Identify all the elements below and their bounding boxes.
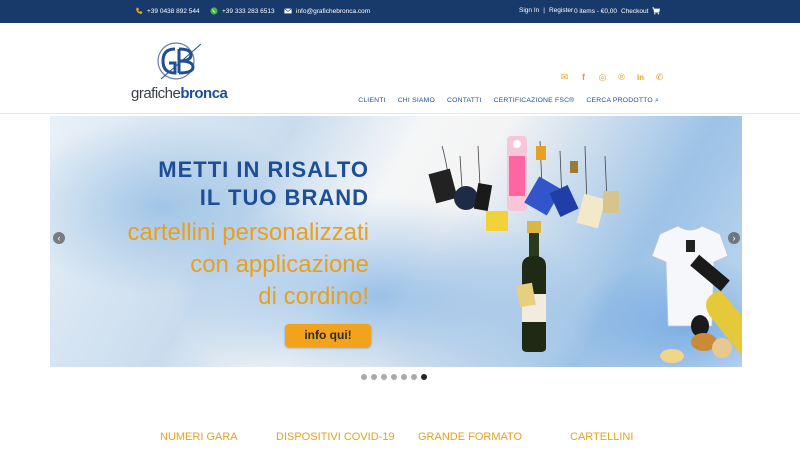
category-cartellini[interactable]: CARTELLINI: [570, 431, 633, 443]
slide-headline: METTI IN RISALTO IL TUO BRAND: [158, 156, 369, 212]
phone-number: +39 0438 892 544: [147, 7, 200, 15]
pinterest-icon[interactable]: ℗: [617, 73, 626, 82]
nav-item-contatti[interactable]: CONTATTI: [447, 97, 482, 105]
checkout-link[interactable]: Checkout: [621, 8, 648, 15]
phone-icon: [136, 7, 143, 14]
email-contact[interactable]: info@grafichebronca.com: [284, 7, 370, 15]
category-numeri-gara[interactable]: NUMERI GARA: [160, 431, 238, 443]
nav-item-clienti[interactable]: CLIENTI: [358, 97, 385, 105]
hero-slider: METTI IN RISALTO IL TUO BRAND cartellini…: [50, 116, 742, 367]
whatsapp-number: +39 333 283 6513: [222, 7, 275, 15]
linkedin-icon[interactable]: in: [636, 73, 645, 82]
register-link[interactable]: Register: [549, 7, 573, 14]
nav-item-cerca-prodotto[interactable]: CERCA PRODOTTO ⌕: [586, 97, 659, 105]
facebook-icon[interactable]: f: [579, 73, 588, 82]
slider-next-arrow[interactable]: ›: [728, 232, 740, 244]
logo-text-grafiche: grafiche: [131, 85, 181, 102]
slider-dot[interactable]: [381, 374, 387, 380]
slider-dot[interactable]: [401, 374, 407, 380]
nav-item-certificazione[interactable]: CERTIFICAZIONE FSC®: [494, 97, 575, 105]
cart-summary[interactable]: 0 items - €0,00 Checkout: [574, 7, 661, 15]
instagram-icon[interactable]: ◎: [598, 73, 607, 82]
nav-item-chi-siamo[interactable]: CHI SIAMO: [398, 97, 435, 105]
top-bar: +39 0438 892 544 +39 333 283 6513 info@g…: [0, 0, 800, 23]
product-illustration: [428, 136, 742, 363]
social-links: ✉ f ◎ ℗ in ✆: [560, 73, 664, 83]
logo-text-bronca: bronca: [180, 85, 228, 102]
email-address: info@grafichebronca.com: [296, 7, 371, 15]
cart-icon: [652, 7, 661, 15]
subheadline-line-1: cartellini personalizzati: [127, 219, 369, 246]
whatsapp-icon[interactable]: ✆: [655, 73, 664, 82]
whatsapp-icon: [210, 7, 218, 15]
slider-dot[interactable]: [411, 374, 417, 380]
envelope-icon: [284, 8, 292, 14]
main-nav: CLIENTI CHI SIAMO CONTATTI CERTIFICAZION…: [358, 97, 659, 105]
whatsapp-contact[interactable]: +39 333 283 6513: [210, 7, 275, 15]
phone-contact[interactable]: +39 0438 892 544: [135, 7, 200, 15]
subheadline-line-2: con applicazione: [190, 251, 369, 278]
headline-line-1: METTI IN RISALTO: [158, 157, 369, 182]
info-button[interactable]: info qui!: [285, 324, 371, 347]
signin-link[interactable]: Sign In: [519, 7, 539, 14]
slide-subheadline: cartellini personalizzati con applicazio…: [128, 217, 369, 313]
cart-total: 0 items - €0,00: [574, 7, 617, 15]
headline-line-2: IL TUO BRAND: [199, 185, 369, 210]
nav-search-label: CERCA PRODOTTO: [586, 97, 653, 104]
site-header: grafichebronca ✉ f ◎ ℗ in ✆ CLIENTI CHI …: [0, 23, 800, 114]
separator: |: [543, 7, 545, 14]
email-icon[interactable]: ✉: [560, 73, 569, 82]
logo-wordmark[interactable]: grafichebronca: [131, 85, 228, 102]
slider-dot-active[interactable]: [421, 374, 427, 380]
subheadline-line-3: di cordino!: [258, 283, 369, 310]
slider-dot[interactable]: [371, 374, 377, 380]
category-grande-formato[interactable]: GRANDE FORMATO: [418, 431, 522, 443]
slider-pagination: [361, 374, 427, 380]
search-icon: ⌕: [654, 97, 659, 104]
slider-dot[interactable]: [361, 374, 367, 380]
slider-prev-arrow[interactable]: ‹: [53, 232, 65, 244]
slider-dot[interactable]: [391, 374, 397, 380]
account-links: Sign In | Register: [519, 7, 573, 14]
category-dispositivi-covid[interactable]: DISPOSITIVI COVID-19: [276, 431, 395, 443]
